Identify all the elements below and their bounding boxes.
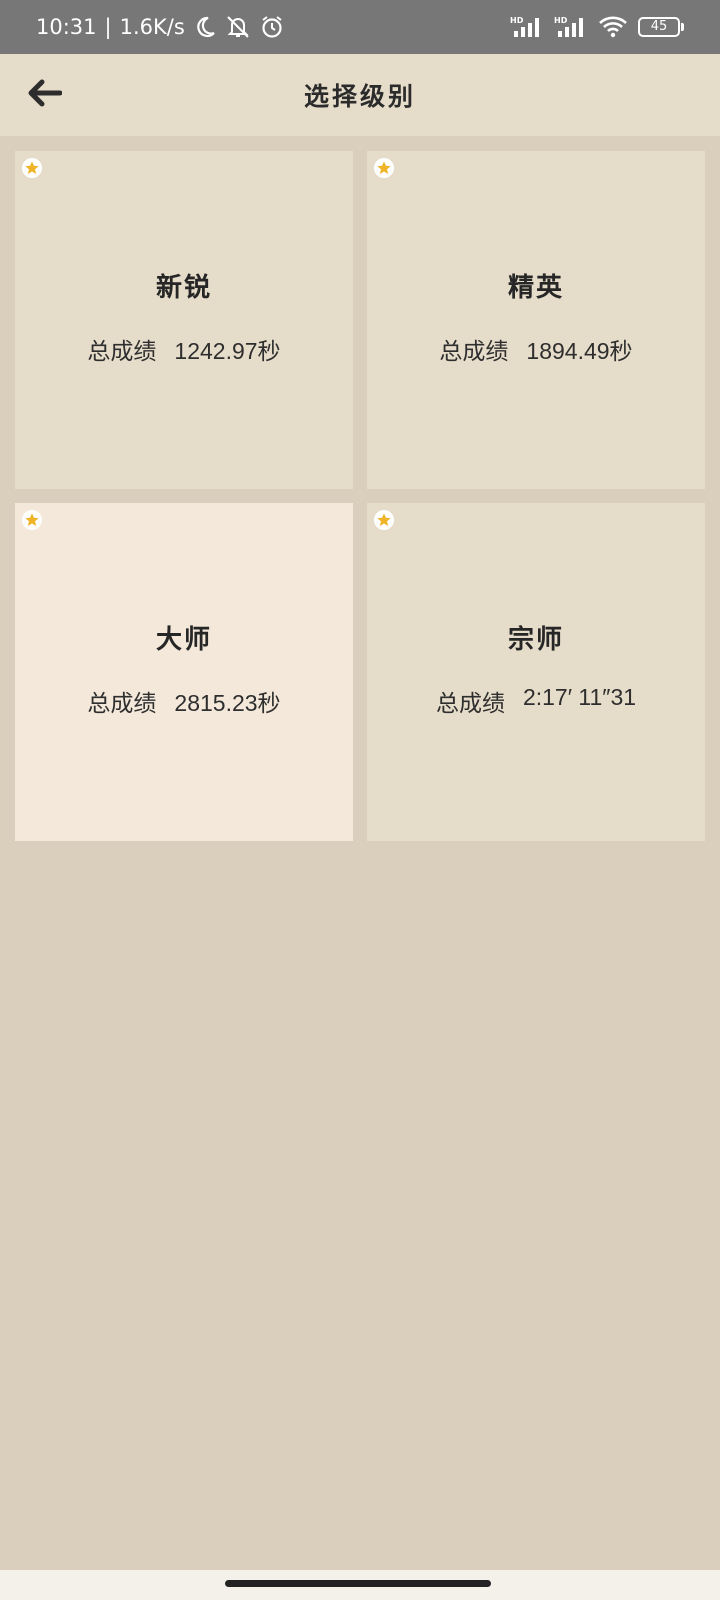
battery-icon: 45: [638, 17, 684, 37]
level-card-xinrui[interactable]: 新锐 总成绩 1242.97秒: [15, 151, 353, 489]
signal-hd-icon: HD: [510, 15, 544, 39]
star-icon: [22, 510, 42, 530]
score-line: 总成绩 1894.49秒: [439, 332, 632, 366]
wifi-icon: [598, 15, 628, 39]
arrow-left-icon: [26, 78, 63, 112]
star-icon: [374, 158, 394, 178]
score-line: 总成绩 1242.97秒: [87, 332, 280, 366]
level-name: 新锐: [155, 272, 212, 303]
page-title: 选择级别: [303, 82, 416, 111]
star-icon: [374, 510, 394, 530]
level-card-zongshi[interactable]: 宗师 总成绩 2:17′ 11″31: [367, 503, 705, 841]
battery-level: 45: [638, 17, 680, 37]
back-button[interactable]: [20, 72, 68, 118]
status-right: HD HD 45: [510, 15, 684, 39]
svg-text:HD: HD: [554, 16, 568, 25]
status-time: 10:31: [36, 15, 97, 39]
score-value: 1242.97秒: [174, 337, 281, 364]
battery-cap: [681, 23, 684, 31]
alarm-icon: [259, 14, 285, 40]
status-left: 10:31 | 1.6K/s: [36, 14, 285, 40]
score-label: 总成绩: [87, 689, 157, 716]
level-name: 精英: [507, 272, 564, 303]
score-label: 总成绩: [439, 337, 509, 364]
status-bar: 10:31 | 1.6K/s HD HD 45: [0, 0, 720, 54]
score-line: 总成绩 2815.23秒: [87, 684, 280, 718]
star-icon: [22, 158, 42, 178]
score-value: 1894.49秒: [526, 337, 633, 364]
level-card-jingying[interactable]: 精英 总成绩 1894.49秒: [367, 151, 705, 489]
score-label: 总成绩: [87, 337, 157, 364]
level-name: 大师: [155, 624, 212, 655]
score-line: 总成绩 2:17′ 11″31: [436, 684, 636, 718]
bell-off-icon: [225, 14, 251, 40]
score-value: 2:17′ 11″31: [522, 683, 637, 710]
signal-hd-icon-2: HD: [554, 15, 588, 39]
level-card-dashi[interactable]: 大师 总成绩 2815.23秒: [15, 503, 353, 841]
app-bar: 选择级别: [0, 54, 720, 136]
home-indicator[interactable]: [225, 1580, 491, 1587]
score-value: 2815.23秒: [174, 689, 281, 716]
svg-text:HD: HD: [510, 16, 524, 25]
level-grid: 新锐 总成绩 1242.97秒 精英 总成绩 1894.49秒 大师 总成绩 2…: [15, 151, 705, 841]
moon-icon: [193, 15, 217, 39]
level-name: 宗师: [507, 624, 564, 655]
status-separator: |: [104, 15, 112, 39]
status-net-speed: 1.6K/s: [119, 15, 185, 39]
score-label: 总成绩: [435, 689, 505, 716]
